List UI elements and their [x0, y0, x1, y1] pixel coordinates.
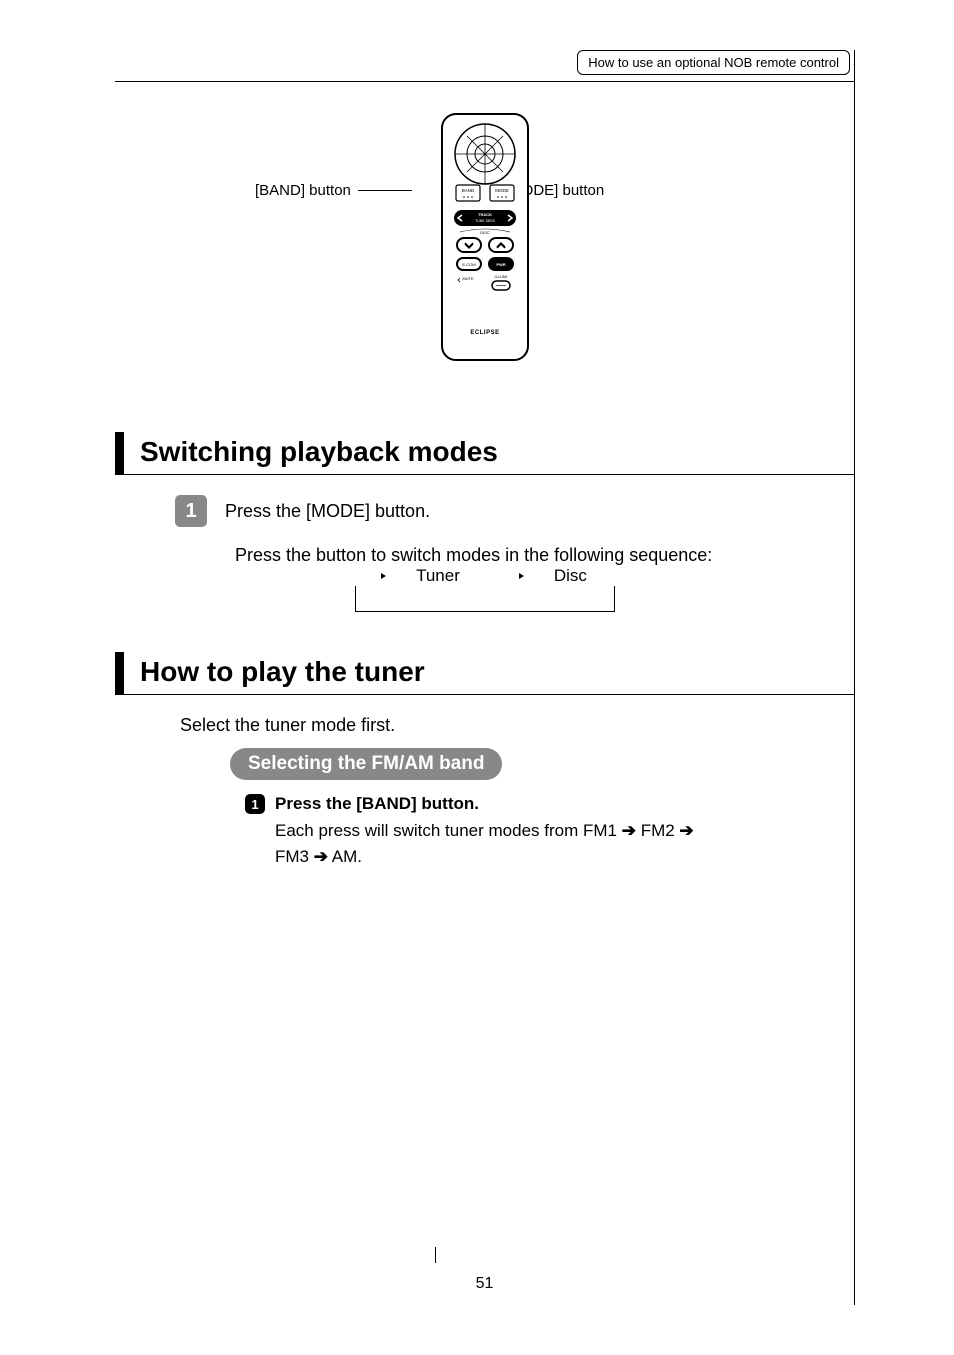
remote-diagram-section: [BAND] button [MODE] button BAND [115, 112, 854, 422]
mode-sequence-diagram: Tuner Disc [115, 586, 854, 612]
arrow-icon [519, 573, 524, 579]
manual-page: How to use an optional NOB remote contro… [115, 50, 855, 1305]
flow-tuner-label: Tuner [416, 566, 460, 586]
page-header: How to use an optional NOB remote contro… [115, 50, 854, 82]
svg-text:TUNE SEEK: TUNE SEEK [475, 219, 496, 223]
svg-text:MODE: MODE [495, 188, 509, 193]
section-heading-tuner: How to play the tuner [115, 652, 854, 695]
step-1-text: Press the [MODE] button. [225, 501, 430, 522]
step-number-badge: 1 [175, 495, 207, 527]
substep-1: 1 Press the [BAND] button. Each press wi… [245, 794, 814, 869]
svg-text:DISC: DISC [480, 230, 490, 235]
svg-text:ECLIPSE: ECLIPSE [470, 330, 499, 336]
sequence-intro-text: Press the button to switch modes in the … [235, 545, 854, 566]
svg-text:BAND: BAND [461, 188, 474, 193]
step-1-row: 1 Press the [MODE] button. [175, 495, 854, 527]
arrow-icon [381, 573, 386, 579]
band-button-callout: [BAND] button [255, 182, 351, 199]
svg-text:MUTE: MUTE [462, 276, 474, 281]
leader-line-left [358, 190, 412, 191]
svg-text:E-COM: E-COM [462, 262, 475, 267]
flow-disc-label: Disc [554, 566, 587, 586]
svg-text:TRACK: TRACK [478, 212, 492, 217]
substep-head-text: Press the [BAND] button. [275, 794, 479, 814]
substep-number-badge: 1 [245, 794, 265, 814]
arrow-icon: ➔ [679, 821, 693, 840]
breadcrumb: How to use an optional NOB remote contro… [577, 50, 850, 75]
page-number: 51 [476, 1275, 494, 1293]
arrow-icon: ➔ [314, 847, 328, 866]
section-heading-switching: Switching playback modes [115, 432, 854, 475]
page-number-divider [435, 1247, 436, 1263]
subsection-pill-heading: Selecting the FM/AM band [230, 748, 502, 780]
remote-control-illustration: BAND MODE TRACK TUNE SEEK DISC [440, 112, 530, 367]
svg-text:ILLUMI: ILLUMI [494, 274, 507, 279]
tuner-intro-text: Select the tuner mode first. [180, 715, 854, 736]
arrow-icon: ➔ [622, 821, 636, 840]
svg-text:PWR: PWR [496, 262, 505, 267]
substep-body-text: Each press will switch tuner modes from … [275, 818, 814, 869]
